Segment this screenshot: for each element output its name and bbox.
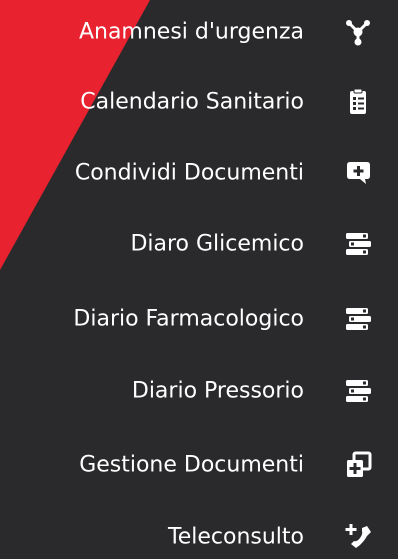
menu-item-diario-pressorio[interactable]: Diario Pressorio xyxy=(0,369,398,413)
menu-item-gestione-documenti[interactable]: Gestione Documenti xyxy=(0,443,398,487)
menu-item-diario-farmacologico[interactable]: Diario Farmacologico xyxy=(0,297,398,341)
menu-item-anamnesi[interactable]: Anamnesi d'urgenza xyxy=(0,10,398,54)
menu-item-label: Gestione Documenti xyxy=(79,452,304,478)
menu-item-diario-glicemico[interactable]: Diaro Glicemico xyxy=(0,222,398,266)
menu-item-label: Teleconsulto xyxy=(168,524,304,550)
share-nodes-icon xyxy=(343,17,373,47)
menu-item-condividi[interactable]: Condividi Documenti xyxy=(0,151,398,195)
books-stack-icon xyxy=(343,229,373,259)
menu-item-label: Condividi Documenti xyxy=(74,160,304,186)
comment-plus-icon xyxy=(343,158,373,188)
menu-panel: Anamnesi d'urgenza Calendario Sanitario xyxy=(0,0,398,559)
books-stack-icon xyxy=(343,304,373,334)
clipboard-list-icon xyxy=(343,87,373,117)
phone-plus-icon xyxy=(343,522,373,552)
books-stack-icon xyxy=(343,376,373,406)
menu-item-teleconsulto[interactable]: Teleconsulto xyxy=(0,515,398,559)
menu-item-label: Calendario Sanitario xyxy=(80,89,304,115)
menu-item-label: Diario Pressorio xyxy=(131,378,304,404)
menu-list: Anamnesi d'urgenza Calendario Sanitario xyxy=(0,0,398,559)
menu-item-label: Diario Farmacologico xyxy=(73,306,304,332)
documents-plus-icon xyxy=(343,450,373,480)
menu-item-calendario[interactable]: Calendario Sanitario xyxy=(0,80,398,124)
menu-item-label: Diaro Glicemico xyxy=(130,231,304,257)
menu-item-label: Anamnesi d'urgenza xyxy=(78,19,304,45)
